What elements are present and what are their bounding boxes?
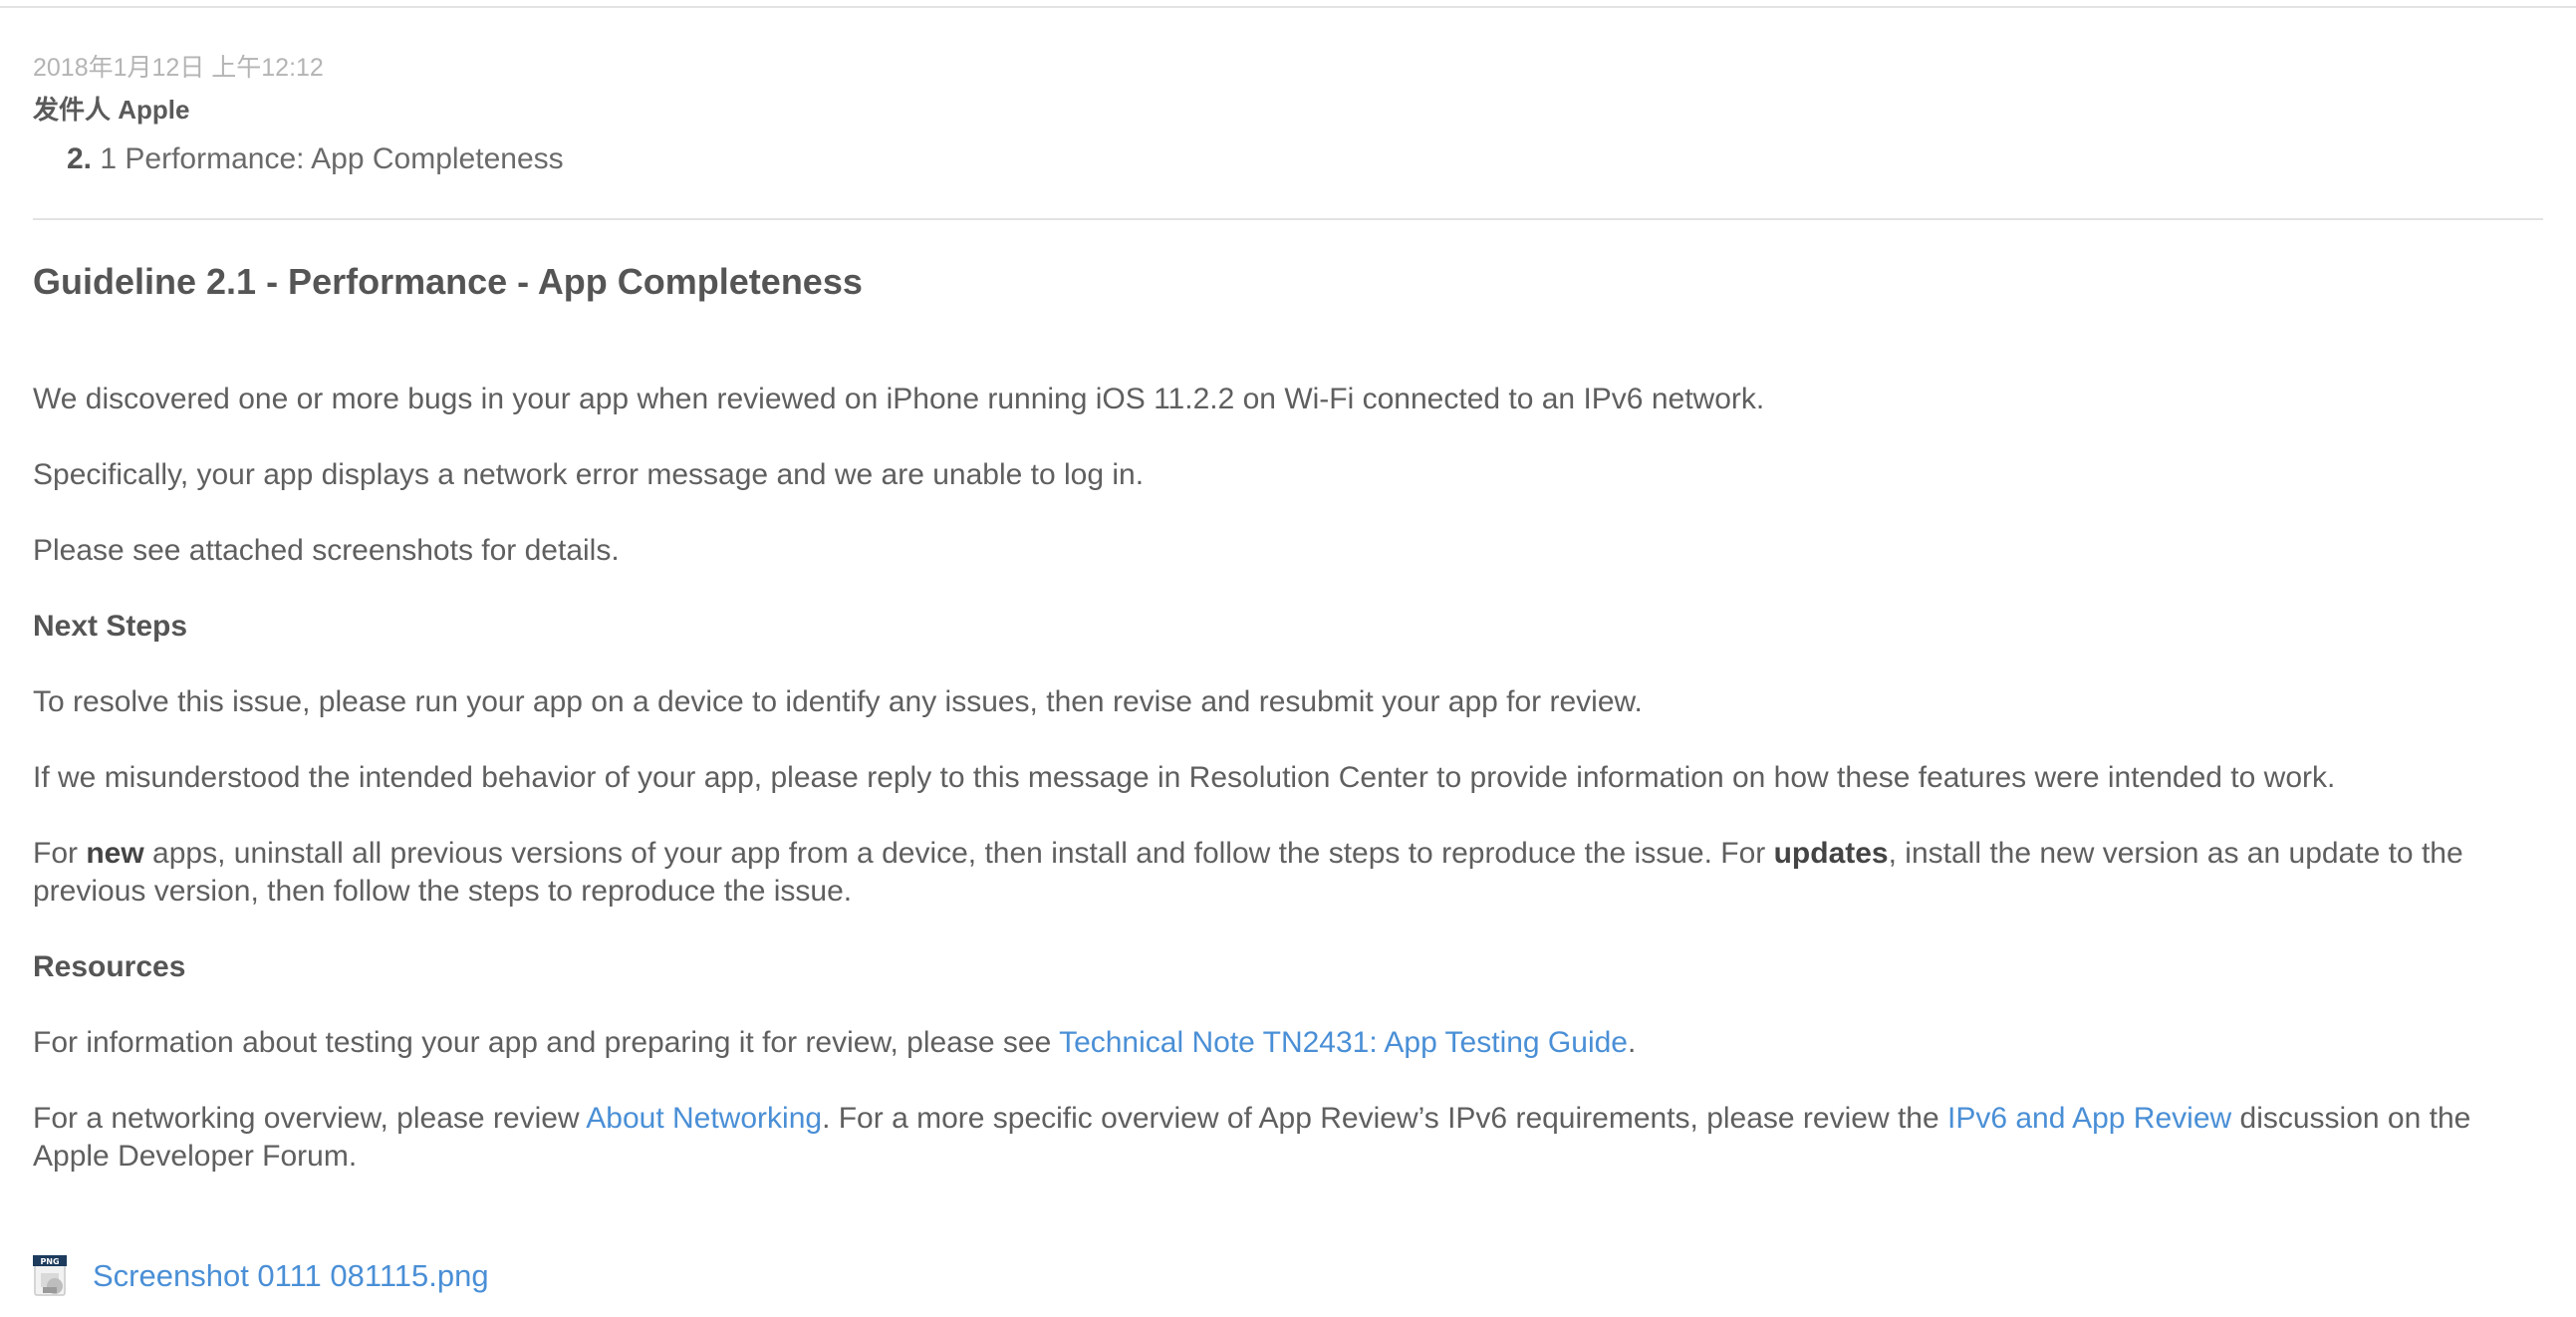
attachment[interactable]: PNG Screenshot 0111 081115.png	[33, 1251, 489, 1301]
p6-new-bold: new	[86, 837, 144, 870]
paragraph-resolve: To resolve this issue, please run your a…	[33, 685, 1643, 718]
paragraph-new-updates: For new apps, uninstall all previous ver…	[33, 835, 2528, 911]
png-badge-text: PNG	[40, 1257, 59, 1266]
p6-text-b: apps, uninstall all previous versions of…	[143, 837, 1774, 870]
message-sender: 发件人 Apple	[33, 95, 190, 125]
app-testing-guide-link[interactable]: Technical Note TN2431: App Testing Guide	[1059, 1026, 1628, 1059]
header-divider	[33, 218, 2543, 220]
top-divider	[0, 6, 2576, 8]
next-steps-heading: Next Steps	[33, 610, 188, 643]
paragraph-specifics: Specifically, your app displays a networ…	[33, 458, 1145, 491]
png-file-icon[interactable]: PNG	[33, 1253, 71, 1299]
p6-updates-bold: updates	[1773, 837, 1889, 870]
ipv6-app-review-link[interactable]: IPv6 and App Review	[1947, 1102, 2231, 1135]
paragraph-testing-info: For information about testing your app a…	[33, 1024, 2528, 1062]
about-networking-link[interactable]: About Networking	[586, 1102, 822, 1135]
paragraph-misunderstood: If we misunderstood the intended behavio…	[33, 761, 2336, 794]
message-subject: 2. 1 Performance: App Completeness	[67, 142, 564, 176]
paragraph-see-attached: Please see attached screenshots for deta…	[33, 534, 620, 567]
p8-text-a: For a networking overview, please review	[33, 1102, 587, 1135]
resources-heading: Resources	[33, 950, 186, 983]
p7-text-a: For information about testing your app a…	[33, 1026, 1060, 1059]
paragraph-networking: For a networking overview, please review…	[33, 1100, 2528, 1176]
subject-number: 2.	[67, 142, 93, 175]
p8-text-b: . For a more specific overview of App Re…	[822, 1102, 1947, 1135]
message-date: 2018年1月12日 上午12:12	[33, 54, 324, 82]
paragraph-bug-found: We discovered one or more bugs in your a…	[33, 383, 1765, 415]
subject-text: 1 Performance: App Completeness	[100, 142, 564, 175]
attachment-filename-link[interactable]: Screenshot 0111 081115.png	[93, 1258, 489, 1294]
p7-text-b: .	[1628, 1026, 1637, 1059]
p6-text-a: For	[33, 837, 87, 870]
guideline-title: Guideline 2.1 - Performance - App Comple…	[33, 261, 863, 302]
